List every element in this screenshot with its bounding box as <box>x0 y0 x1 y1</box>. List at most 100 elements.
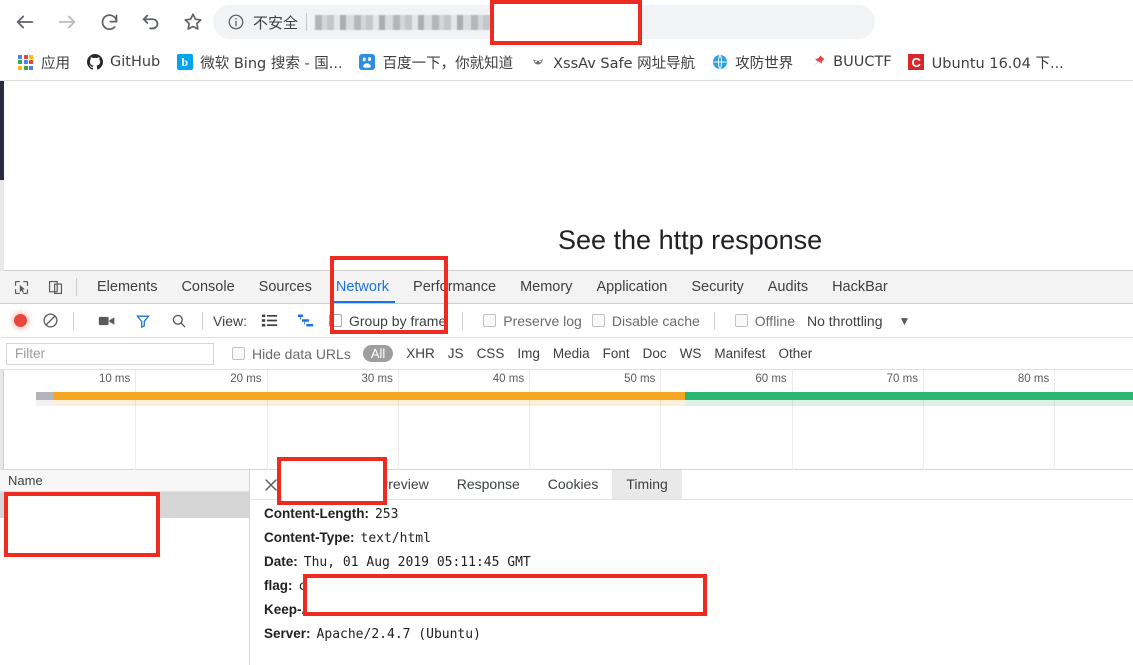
bookmark-baidu[interactable]: 百度一下，你就知道 <box>352 49 521 75</box>
overview-waterfall-shadow <box>0 400 1133 406</box>
overview-tick-label: 20 ms <box>230 373 262 385</box>
chevron-down-icon[interactable]: ▼ <box>898 314 910 328</box>
redacted-host <box>315 14 508 30</box>
undo-button[interactable] <box>134 5 168 39</box>
screenshot-root: 不安全 5/cookie.php 应用 GitHub b 微软 Bing 搜索 … <box>0 0 1133 665</box>
filter-type-xhr[interactable]: XHR <box>406 346 435 361</box>
tab-hackbar[interactable]: HackBar <box>820 271 900 303</box>
funnel-icon[interactable] <box>130 309 156 333</box>
tab-application[interactable]: Application <box>584 271 679 303</box>
filter-type-media[interactable]: Media <box>553 346 590 361</box>
overview-tick-label: 70 ms <box>886 373 918 385</box>
detail-tab-preview[interactable]: Preview <box>365 470 443 499</box>
bookmark-gfsj[interactable]: 攻防世界 <box>704 49 800 75</box>
header-row: Keep-Alive: timeout=5, max=100 <box>264 602 1133 626</box>
bookmark-buuctf[interactable]: BUUCTF <box>802 49 899 75</box>
overview-tick-label: 80 ms <box>1017 373 1050 385</box>
filter-type-other[interactable]: Other <box>778 346 812 361</box>
bookmark-ubuntu[interactable]: C Ubuntu 16.04 下... <box>901 49 1071 75</box>
group-by-frame-checkbox[interactable]: Group by frame <box>328 312 447 329</box>
throttling-value[interactable]: No throttling <box>807 313 882 329</box>
overview-gridline <box>135 370 137 470</box>
hide-data-urls-checkbox[interactable]: Hide data URLs <box>232 346 351 362</box>
offline-checkbox[interactable]: Offline <box>734 313 795 329</box>
detail-tab-response[interactable]: Response <box>443 470 534 499</box>
bookmark-label: XssAv Safe 网址导航 <box>553 55 696 72</box>
back-button[interactable] <box>8 5 42 39</box>
header-name: Content-Type: <box>264 530 355 545</box>
toolbar-divider <box>713 311 715 330</box>
detail-tab-headers[interactable]: Headers <box>284 470 365 499</box>
filter-type-js[interactable]: JS <box>448 346 464 361</box>
bookmark-xssav[interactable]: XssAv Safe 网址导航 <box>522 49 702 75</box>
bookmark-apps[interactable]: 应用 <box>10 49 77 75</box>
overview-segment-shadow-request-sent <box>54 400 686 406</box>
network-overview[interactable]: 10 ms 20 ms 30 ms 40 ms 50 ms 60 ms 70 ms 80 ms <box>0 370 1133 470</box>
page-viewport: See the http response <box>0 81 1133 271</box>
record-stop-icon[interactable] <box>14 314 27 327</box>
tab-performance[interactable]: Performance <box>401 271 508 303</box>
disable-cache-checkbox[interactable]: Disable cache <box>591 313 700 329</box>
tab-elements[interactable]: Elements <box>85 271 169 303</box>
filter-type-css[interactable]: CSS <box>477 346 505 361</box>
camera-icon[interactable] <box>94 309 120 333</box>
globe-icon <box>711 54 728 71</box>
requests-list-pane: Name cookie.php <box>0 470 250 665</box>
header-name: Content-Length: <box>264 506 369 521</box>
header-name: Keep-Alive: <box>264 602 339 617</box>
detail-tab-cookies[interactable]: Cookies <box>534 470 613 499</box>
pin-icon <box>809 54 826 71</box>
header-value: Thu, 01 Aug 2019 05:11:45 GMT <box>303 555 531 570</box>
clear-icon[interactable] <box>37 309 63 333</box>
bookmark-github[interactable]: GitHub <box>79 49 167 75</box>
inspect-element-icon[interactable] <box>8 274 34 300</box>
tab-audits[interactable]: Audits <box>756 271 820 303</box>
header-row: Server: Apache/2.4.7 (Ubuntu) <box>264 626 1133 650</box>
table-row[interactable]: cookie.php <box>0 492 249 518</box>
filter-type-manifest[interactable]: Manifest <box>714 346 765 361</box>
page-heading: See the http response <box>558 225 823 255</box>
page-scrollbar[interactable] <box>0 81 4 271</box>
request-detail-pane: Headers Preview Response Cookies Timing … <box>250 470 1133 665</box>
bookmark-star-button[interactable] <box>176 5 210 39</box>
close-icon[interactable] <box>258 472 284 498</box>
tab-sources[interactable]: Sources <box>247 271 324 303</box>
filter-type-ws[interactable]: WS <box>680 346 702 361</box>
github-icon <box>86 54 103 71</box>
preserve-log-checkbox[interactable]: Preserve log <box>483 313 582 329</box>
tab-network[interactable]: Network <box>324 271 401 303</box>
device-toolbar-icon[interactable] <box>42 274 68 300</box>
overview-gridline <box>922 370 924 470</box>
document-icon <box>8 497 20 513</box>
overview-left-edge <box>0 370 4 470</box>
header-row: Content-Type: text/html <box>264 530 1133 554</box>
list-view-icon[interactable] <box>257 309 283 333</box>
reload-button[interactable] <box>92 5 126 39</box>
toolbar-divider <box>76 278 77 296</box>
baidu-icon <box>359 54 376 71</box>
overview-gridline <box>660 370 662 470</box>
bookmark-label: GitHub <box>110 54 161 70</box>
forward-button[interactable] <box>50 5 84 39</box>
filter-type-doc[interactable]: Doc <box>643 346 667 361</box>
filter-type-font[interactable]: Font <box>603 346 630 361</box>
tab-memory[interactable]: Memory <box>508 271 584 303</box>
browser-toolbar: 不安全 5/cookie.php <box>0 0 1133 44</box>
group-by-frame-label: Group by frame <box>348 312 447 329</box>
waterfall-view-icon[interactable] <box>293 309 319 333</box>
header-value: 253 <box>374 507 399 522</box>
xssav-icon <box>529 54 546 71</box>
tab-security[interactable]: Security <box>679 271 755 303</box>
detail-tab-timing[interactable]: Timing <box>612 470 682 499</box>
tab-console[interactable]: Console <box>169 271 246 303</box>
view-label: View: <box>213 312 247 329</box>
search-icon[interactable] <box>166 309 192 333</box>
bookmark-bing[interactable]: b 微软 Bing 搜索 - 国... <box>169 49 349 75</box>
toolbar-divider <box>462 311 464 330</box>
filter-type-img[interactable]: Img <box>517 346 540 361</box>
filter-input[interactable]: Filter <box>6 342 214 365</box>
filter-type-all[interactable]: All <box>362 345 394 362</box>
toolbar-divider <box>73 311 74 330</box>
bookmarks-bar: 应用 GitHub b 微软 Bing 搜索 - 国... 百度一下，你就知道 … <box>0 44 1133 81</box>
address-bar[interactable]: 不安全 5/cookie.php <box>213 5 875 39</box>
